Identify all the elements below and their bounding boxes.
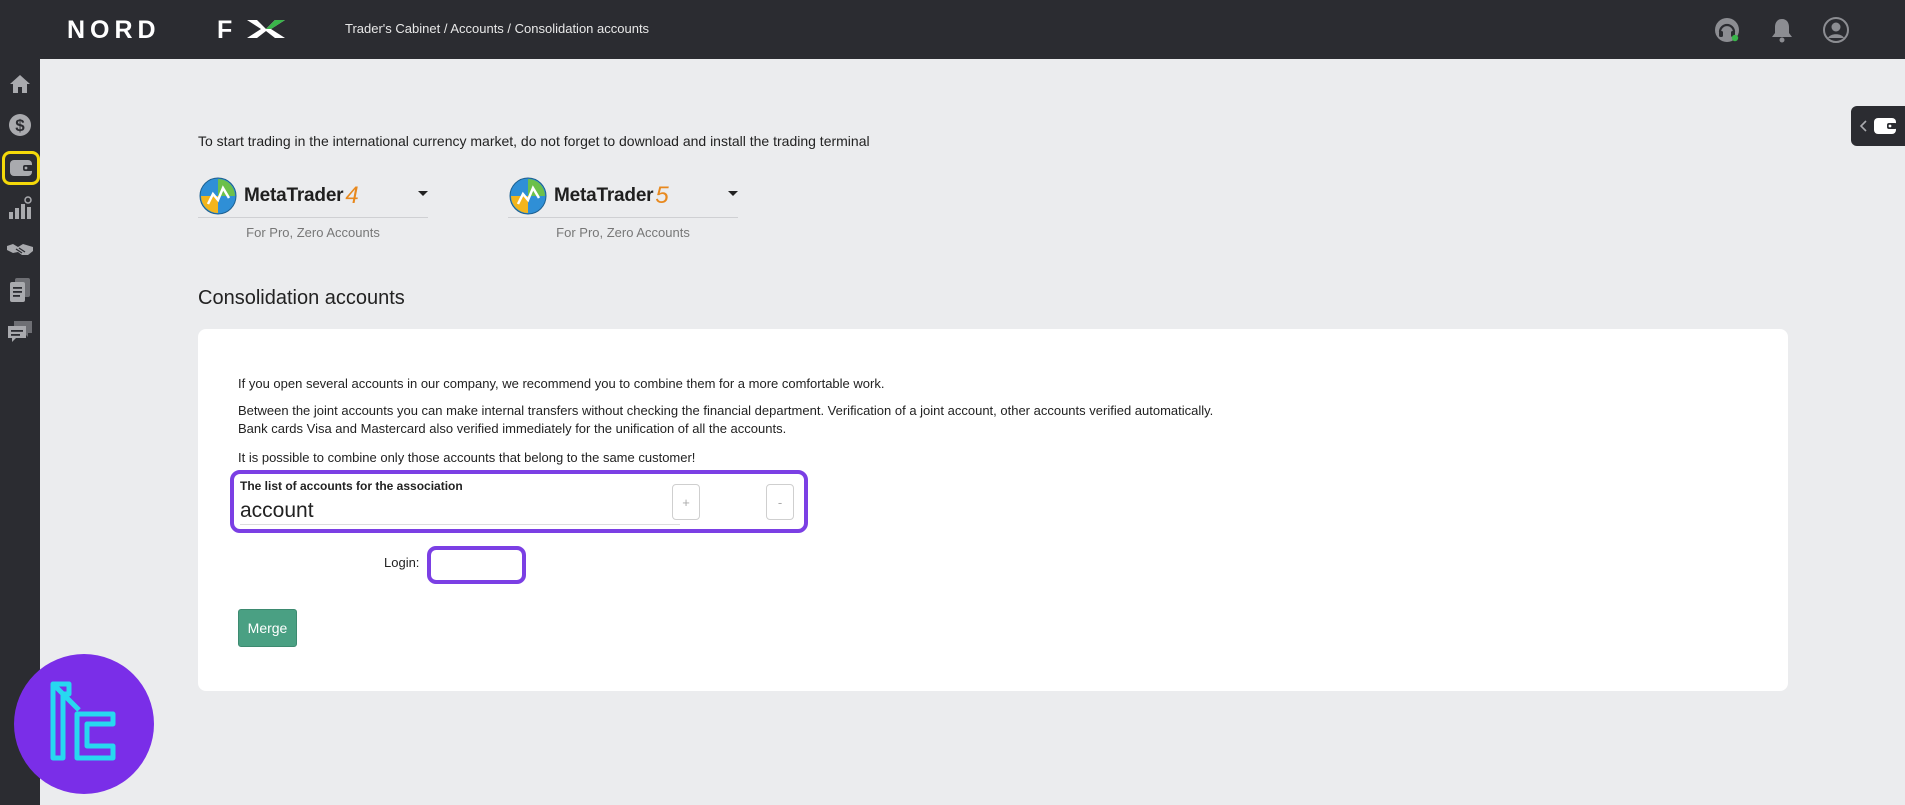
headset-icon[interactable]	[1713, 16, 1741, 44]
sidebar-item-partnership[interactable]	[5, 235, 35, 265]
info-paragraph-3: Bank cards Visa and Mastercard also veri…	[238, 421, 787, 436]
caret-down-icon	[728, 191, 738, 196]
wallet-panel-toggle[interactable]	[1851, 106, 1905, 146]
svg-text:NORD: NORD	[67, 16, 161, 44]
merge-button[interactable]: Merge	[238, 609, 297, 647]
metatrader5-download[interactable]: MetaTrader 5 For Pro, Zero Accounts	[508, 174, 738, 240]
sidebar-item-support[interactable]	[5, 317, 35, 347]
metatrader4-dropdown[interactable]: MetaTrader 4	[198, 174, 428, 218]
info-paragraph-4: It is possible to combine only those acc…	[238, 450, 696, 465]
svg-text:F: F	[217, 16, 237, 44]
documents-icon	[10, 278, 30, 302]
wallet-icon	[10, 160, 33, 176]
chart-icon	[9, 196, 32, 219]
sidebar-item-analytics[interactable]	[5, 193, 35, 223]
metatrader4-name: MetaTrader	[244, 184, 344, 206]
consolidation-card: If you open several accounts in our comp…	[198, 329, 1788, 691]
info-paragraph-2: Between the joint accounts you can make …	[238, 403, 1214, 418]
metatrader-logo-icon	[199, 177, 237, 214]
metatrader-logo-icon	[509, 177, 547, 214]
info-paragraph-1: If you open several accounts in our comp…	[238, 376, 885, 391]
sidebar-item-finance[interactable]: $	[5, 110, 35, 140]
top-bar: NORD F Trader's Cabinet / Accounts / Con…	[0, 0, 1905, 59]
wallet-icon	[1874, 118, 1897, 134]
metatrader4-version: 4	[345, 181, 359, 209]
caret-down-icon	[418, 191, 428, 196]
metatrader5-version: 5	[655, 181, 669, 209]
metatrader4-subtitle: For Pro, Zero Accounts	[246, 225, 380, 240]
sidebar-item-accounts[interactable]	[2, 151, 40, 185]
metatrader4-download[interactable]: MetaTrader 4 For Pro, Zero Accounts	[198, 174, 428, 240]
metatrader5-dropdown[interactable]: MetaTrader 5	[508, 174, 738, 218]
metatrader5-name: MetaTrader	[554, 184, 654, 206]
sidebar-item-home[interactable]	[5, 69, 35, 99]
login-field[interactable]	[427, 546, 526, 584]
remove-account-button[interactable]: -	[766, 484, 794, 520]
breadcrumb[interactable]: Trader's Cabinet / Accounts / Consolidat…	[345, 21, 649, 36]
svg-text:$: $	[15, 116, 25, 135]
sidebar-item-documents[interactable]	[5, 275, 35, 305]
account-association-group: The list of accounts for the association…	[230, 470, 808, 533]
chat-icon	[8, 321, 32, 342]
page-title: Consolidation accounts	[198, 287, 405, 309]
home-icon	[10, 75, 30, 93]
watermark-logo	[14, 654, 154, 794]
handshake-icon	[7, 244, 33, 255]
nordfx-logo[interactable]: NORD F	[67, 14, 289, 44]
bell-icon[interactable]	[1768, 16, 1796, 44]
login-label: Login:	[384, 555, 420, 570]
association-label: The list of accounts for the association	[240, 479, 463, 493]
user-icon[interactable]	[1822, 16, 1850, 44]
account-select-input[interactable]	[240, 497, 680, 525]
add-account-button[interactable]: +	[672, 484, 700, 520]
chevron-left-icon	[1859, 120, 1867, 132]
metatrader5-subtitle: For Pro, Zero Accounts	[556, 225, 690, 240]
dollar-icon: $	[9, 114, 31, 136]
download-terminal-notice: To start trading in the international cu…	[198, 133, 870, 149]
